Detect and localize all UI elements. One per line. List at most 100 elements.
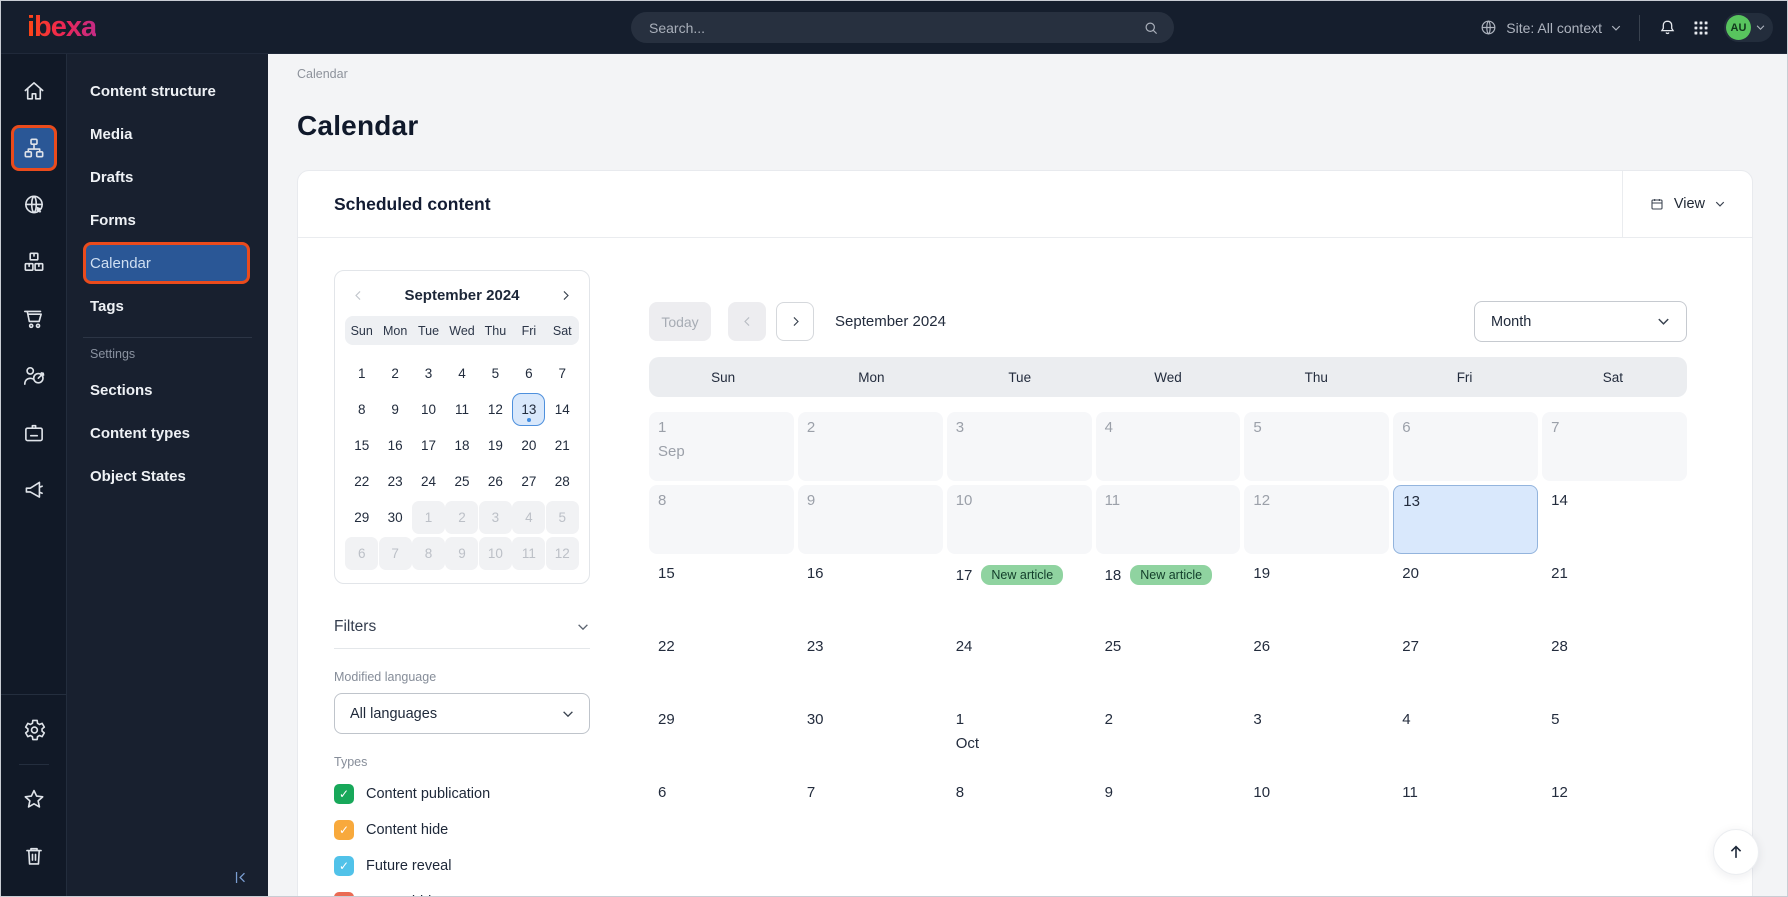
sidebar-item-sections[interactable]: Sections bbox=[83, 369, 250, 411]
calendar-day-cell[interactable]: 19 bbox=[1244, 558, 1389, 627]
sidebar-item-drafts[interactable]: Drafts bbox=[83, 156, 250, 198]
sidebar-collapse-button[interactable] bbox=[231, 868, 250, 887]
calendar-view-select[interactable]: Month bbox=[1474, 301, 1687, 342]
mini-calendar-day[interactable]: 20 bbox=[512, 429, 545, 462]
sidebar-item-media[interactable]: Media bbox=[83, 113, 250, 155]
view-dropdown[interactable]: View bbox=[1621, 171, 1752, 237]
calendar-day-cell[interactable]: 10 bbox=[1244, 777, 1389, 846]
mini-calendar-day[interactable]: 7 bbox=[378, 536, 412, 570]
commerce-icon[interactable] bbox=[11, 296, 57, 342]
user-menu[interactable]: AU bbox=[1724, 13, 1773, 42]
language-select[interactable]: All languages bbox=[334, 693, 590, 734]
mini-calendar-day[interactable]: 22 bbox=[345, 465, 378, 498]
calendar-day-cell[interactable]: 29 bbox=[649, 704, 794, 773]
mini-calendar-day[interactable]: 12 bbox=[545, 536, 579, 570]
checkbox-icon[interactable]: ✓ bbox=[334, 820, 354, 840]
mini-calendar-day[interactable]: 9 bbox=[379, 393, 412, 426]
site-icon[interactable] bbox=[11, 182, 57, 228]
bookmarks-star-icon[interactable] bbox=[11, 776, 57, 822]
mini-calendar-day[interactable]: 7 bbox=[546, 357, 579, 390]
calendar-day-cell[interactable]: 14 bbox=[1542, 485, 1687, 554]
checkbox-icon[interactable]: ✓ bbox=[334, 892, 354, 896]
sidebar-item-content-structure[interactable]: Content structure bbox=[83, 70, 250, 112]
type-filter-content-publication[interactable]: ✓ Content publication bbox=[334, 784, 590, 804]
mini-calendar-day[interactable]: 9 bbox=[445, 536, 479, 570]
sidebar-item-calendar[interactable]: Calendar bbox=[83, 242, 250, 284]
mini-calendar-day[interactable]: 11 bbox=[445, 393, 478, 426]
calendar-day-cell[interactable]: 4 bbox=[1393, 704, 1538, 773]
calendar-day-cell[interactable]: 12 bbox=[1244, 485, 1390, 554]
sidebar-item-forms[interactable]: Forms bbox=[83, 199, 250, 241]
notifications-bell-icon[interactable] bbox=[1657, 17, 1678, 38]
mini-calendar-day[interactable]: 24 bbox=[412, 465, 445, 498]
trash-icon[interactable] bbox=[11, 833, 57, 879]
mini-calendar-day[interactable]: 26 bbox=[479, 465, 512, 498]
sidebar-item-object-states[interactable]: Object States bbox=[83, 455, 250, 497]
mini-calendar-day[interactable]: 23 bbox=[379, 465, 412, 498]
mini-calendar-day[interactable]: 11 bbox=[512, 536, 546, 570]
mini-calendar-day[interactable]: 27 bbox=[512, 465, 545, 498]
calendar-day-cell[interactable]: 8 bbox=[649, 485, 794, 554]
mini-calendar-day[interactable]: 15 bbox=[345, 429, 378, 462]
mini-calendar-day[interactable]: 16 bbox=[379, 429, 412, 462]
calendar-day-cell[interactable]: 2 bbox=[1096, 704, 1241, 773]
mini-calendar-day[interactable]: 30 bbox=[379, 501, 412, 534]
calendar-next-button[interactable] bbox=[776, 302, 814, 341]
mini-calendar-day[interactable]: 28 bbox=[546, 465, 579, 498]
mini-calendar-day[interactable]: 3 bbox=[478, 500, 512, 534]
mini-calendar-day[interactable]: 5 bbox=[545, 500, 579, 534]
calendar-day-cell[interactable]: 20 bbox=[1393, 558, 1538, 627]
event-badge[interactable]: New article bbox=[1130, 565, 1213, 585]
mini-calendar-day[interactable]: 10 bbox=[478, 536, 512, 570]
scroll-to-top-button[interactable] bbox=[1713, 829, 1759, 875]
calendar-day-cell[interactable]: 18 New article bbox=[1096, 558, 1241, 627]
calendar-day-cell[interactable]: 1 Sep bbox=[649, 412, 794, 481]
calendar-day-cell[interactable]: 21 bbox=[1542, 558, 1687, 627]
calendar-day-cell[interactable]: 22 bbox=[649, 631, 794, 700]
mini-calendar-next-icon[interactable] bbox=[558, 288, 573, 303]
mini-calendar-day[interactable]: 1 bbox=[412, 500, 446, 534]
calendar-day-cell[interactable]: 11 bbox=[1393, 777, 1538, 846]
calendar-day-cell[interactable]: 4 bbox=[1095, 412, 1241, 481]
calendar-day-cell[interactable]: 2 bbox=[797, 412, 943, 481]
calendar-day-cell[interactable]: 5 bbox=[1244, 412, 1390, 481]
calendar-day-cell[interactable]: 24 bbox=[947, 631, 1092, 700]
filters-toggle[interactable]: Filters bbox=[334, 618, 590, 649]
sidebar-item-content-types[interactable]: Content types bbox=[83, 412, 250, 454]
calendar-day-cell[interactable]: 9 bbox=[797, 485, 943, 554]
calendar-day-cell[interactable]: 9 bbox=[1096, 777, 1241, 846]
mini-calendar-day[interactable]: 4 bbox=[512, 500, 546, 534]
calendar-day-cell[interactable]: 23 bbox=[798, 631, 943, 700]
mini-calendar-day[interactable]: 17 bbox=[412, 429, 445, 462]
search-input[interactable] bbox=[649, 19, 1142, 36]
calendar-day-cell[interactable]: 10 bbox=[946, 485, 1092, 554]
mini-calendar-day[interactable]: 5 bbox=[479, 357, 512, 390]
calendar-prev-button[interactable] bbox=[728, 302, 766, 341]
site-context-selector[interactable]: Site: All context bbox=[1479, 18, 1622, 37]
calendar-day-cell[interactable]: 8 bbox=[947, 777, 1092, 846]
mini-calendar-day[interactable]: 2 bbox=[445, 500, 479, 534]
mini-calendar-day[interactable]: 19 bbox=[479, 429, 512, 462]
calendar-day-cell[interactable]: 12 bbox=[1542, 777, 1687, 846]
mini-calendar-day[interactable]: 25 bbox=[445, 465, 478, 498]
mini-calendar-day[interactable]: 4 bbox=[445, 357, 478, 390]
customer-badge-icon[interactable] bbox=[11, 410, 57, 456]
type-filter-future-hide[interactable]: ✓Future hide bbox=[334, 892, 590, 896]
mini-calendar-day[interactable]: 8 bbox=[345, 393, 378, 426]
marketing-megaphone-icon[interactable] bbox=[11, 467, 57, 513]
personalization-icon[interactable] bbox=[11, 353, 57, 399]
today-button[interactable]: Today bbox=[649, 302, 711, 341]
calendar-day-cell[interactable]: 15 bbox=[649, 558, 794, 627]
global-search[interactable] bbox=[631, 12, 1174, 43]
calendar-day-cell[interactable]: 11 bbox=[1095, 485, 1241, 554]
calendar-day-cell[interactable]: 28 bbox=[1542, 631, 1687, 700]
mini-calendar-day[interactable]: 8 bbox=[412, 536, 446, 570]
mini-calendar-day[interactable]: 18 bbox=[445, 429, 478, 462]
mini-calendar-day[interactable]: 14 bbox=[546, 393, 579, 426]
mini-calendar-day[interactable]: 29 bbox=[345, 501, 378, 534]
calendar-day-cell[interactable]: 25 bbox=[1096, 631, 1241, 700]
sidebar-item-tags[interactable]: Tags bbox=[83, 285, 250, 327]
calendar-day-cell[interactable]: 30 bbox=[798, 704, 943, 773]
home-icon[interactable] bbox=[11, 68, 57, 114]
calendar-day-cell[interactable]: 6 bbox=[1393, 412, 1539, 481]
